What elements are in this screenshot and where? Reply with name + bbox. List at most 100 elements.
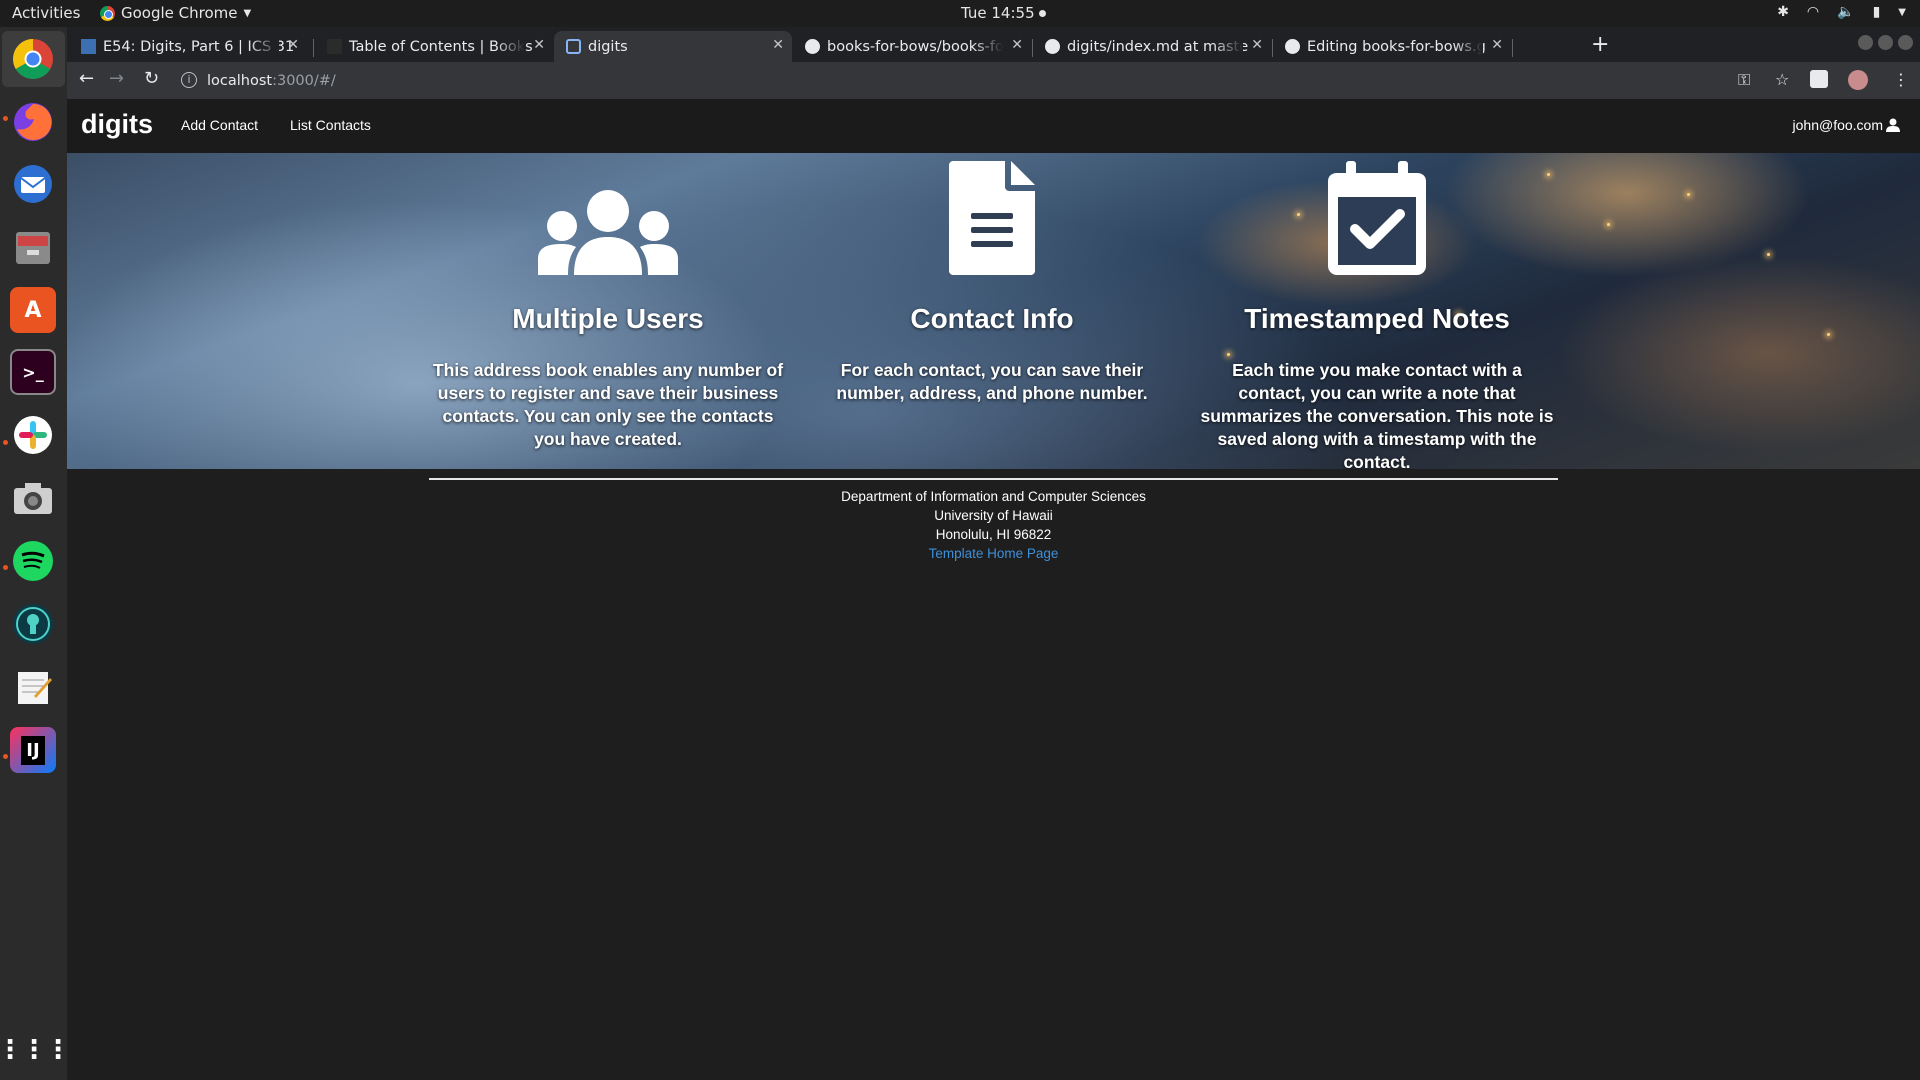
running-indicator [3, 565, 8, 570]
tab-active[interactable]: digits ✕ [554, 31, 792, 62]
spotify-icon[interactable] [10, 538, 56, 584]
reload-icon[interactable]: ↻ [144, 68, 159, 89]
course-favicon-icon [81, 39, 96, 54]
footer-city: Honolulu, HI 96822 [935, 527, 1052, 542]
url-host: localhost [207, 72, 273, 89]
thunderbird-icon[interactable] [10, 161, 56, 207]
tab-fade [249, 31, 279, 62]
wifi-icon[interactable]: ◠ [1807, 4, 1819, 20]
running-indicator [3, 440, 8, 445]
brand-link[interactable]: digits [81, 109, 153, 140]
footer-divider [429, 478, 1558, 480]
tab-fade [973, 31, 1003, 62]
template-home-page-link[interactable]: Template Home Page [929, 546, 1059, 561]
bookmark-star-icon[interactable]: ☆ [1775, 70, 1789, 89]
back-arrow-icon[interactable]: ← [79, 68, 94, 89]
screenshot-icon[interactable] [10, 475, 56, 521]
github-icon [1045, 39, 1060, 54]
key-icon[interactable]: ⚿ [1738, 70, 1750, 90]
city-light [1607, 223, 1610, 226]
url-path: :3000/#/ [272, 72, 336, 89]
user-dropdown[interactable]: john@foo.com [1793, 117, 1900, 133]
dock: A >_ IJ ⋮⋮⋮ [0, 27, 71, 1080]
tab[interactable]: digits/index.md at maste ✕ [1033, 31, 1271, 62]
terminal-icon[interactable]: >_ [10, 349, 56, 395]
slack-tray-icon[interactable]: ✱ [1777, 4, 1789, 20]
feature-contact-info: Contact Info For each contact, you can s… [812, 153, 1172, 405]
profile-avatar[interactable] [1848, 70, 1868, 90]
close-tab-icon[interactable]: ✕ [1011, 37, 1023, 53]
slack-icon[interactable] [10, 412, 56, 458]
user-email: john@foo.com [1792, 117, 1883, 133]
chevron-down-icon[interactable]: ▼ [1898, 7, 1906, 18]
browser-toolbar: ← → ↻ i localhost:3000/#/ ⚿ ☆ ⋮ [67, 62, 1920, 99]
city-light [1827, 333, 1830, 336]
system-tray[interactable]: ✱ ◠ 🔈 ▮ ▼ [1777, 4, 1906, 20]
tab[interactable]: Table of Contents | Books ✕ [315, 31, 553, 62]
feature-title: Timestamped Notes [1244, 303, 1510, 334]
app-menu[interactable]: Google Chrome ▼ [100, 4, 251, 22]
feature-title: Multiple Users [512, 303, 704, 334]
footer-department: Department of Information and Computer S… [841, 489, 1146, 504]
footer-address: Department of Information and Computer S… [67, 487, 1920, 563]
close-tab-icon[interactable]: ✕ [533, 37, 545, 53]
running-indicator [3, 754, 8, 759]
close-window-button[interactable] [1898, 35, 1913, 50]
clock-label: Tue 14:55 [961, 4, 1035, 22]
gitkraken-icon[interactable] [10, 601, 56, 647]
site-navbar: digits Add Contact List Contacts john@fo… [67, 99, 1920, 153]
close-tab-icon[interactable]: ✕ [1491, 37, 1503, 53]
github-icon [1285, 39, 1300, 54]
calendar-check-icon [1197, 153, 1557, 283]
file-alternate-icon [812, 153, 1172, 283]
firefox-icon[interactable] [10, 99, 56, 145]
tab-separator [313, 39, 314, 57]
close-tab-icon[interactable]: ✕ [1251, 37, 1263, 53]
user-icon [1886, 118, 1900, 132]
menu-kebab-icon[interactable]: ⋮ [1893, 70, 1909, 89]
web-page: digits Add Contact List Contacts john@fo… [67, 99, 1920, 1080]
list-contacts-link[interactable]: List Contacts [290, 117, 371, 133]
footer-university: University of Hawaii [934, 508, 1053, 523]
users-icon [428, 153, 788, 283]
activities-button[interactable]: Activities [12, 4, 80, 22]
address-bar[interactable]: i localhost:3000/#/ [171, 65, 1771, 96]
site-info-icon[interactable]: i [181, 72, 197, 88]
book-favicon-icon [327, 39, 342, 54]
battery-icon[interactable]: ▮ [1873, 4, 1881, 20]
new-tab-button[interactable]: + [1591, 32, 1609, 57]
tab-fade [1213, 31, 1243, 62]
hero-banner: Multiple Users This address book enables… [67, 153, 1920, 469]
close-tab-icon[interactable]: ✕ [772, 37, 784, 53]
show-apps-icon[interactable]: ⋮⋮⋮ [0, 1027, 71, 1073]
volume-icon[interactable]: 🔈 [1837, 4, 1854, 20]
browser-tab-strip: E54: Digits, Part 6 | ICS 31 ✕ Table of … [67, 27, 1920, 62]
maximize-window-button[interactable] [1878, 35, 1893, 50]
chrome-mini-icon [100, 5, 115, 21]
intellij-icon[interactable]: IJ [10, 727, 56, 773]
meteor-favicon-icon [566, 39, 581, 54]
files-icon[interactable] [10, 224, 56, 270]
tab[interactable]: Editing books-for-bows.g ✕ [1273, 31, 1511, 62]
close-tab-icon[interactable]: ✕ [287, 37, 299, 53]
feature-multiple-users: Multiple Users This address book enables… [428, 153, 788, 451]
feature-description: For each contact, you can save their num… [836, 360, 1148, 403]
forward-arrow-icon[interactable]: → [109, 68, 124, 89]
app-menu-label: Google Chrome [121, 4, 238, 22]
tab-fade [1453, 31, 1483, 62]
tab[interactable]: books-for-bows/books-fo ✕ [793, 31, 1031, 62]
feature-timestamped-notes: Timestamped Notes Each time you make con… [1197, 153, 1557, 469]
city-light [1767, 253, 1770, 256]
tab[interactable]: E54: Digits, Part 6 | ICS 31 ✕ [69, 31, 307, 62]
minimize-window-button[interactable] [1858, 35, 1873, 50]
feature-title: Contact Info [910, 303, 1074, 334]
city-light [1687, 193, 1690, 196]
text-editor-icon[interactable] [10, 664, 56, 710]
chrome-icon[interactable] [10, 36, 56, 82]
caret-down-icon: ▼ [243, 7, 252, 19]
running-indicator [3, 116, 8, 121]
software-center-icon[interactable]: A [10, 287, 56, 333]
add-contact-link[interactable]: Add Contact [181, 117, 258, 133]
clock[interactable]: Tue 14:55 [961, 4, 1046, 22]
extension-icon[interactable] [1810, 70, 1828, 88]
